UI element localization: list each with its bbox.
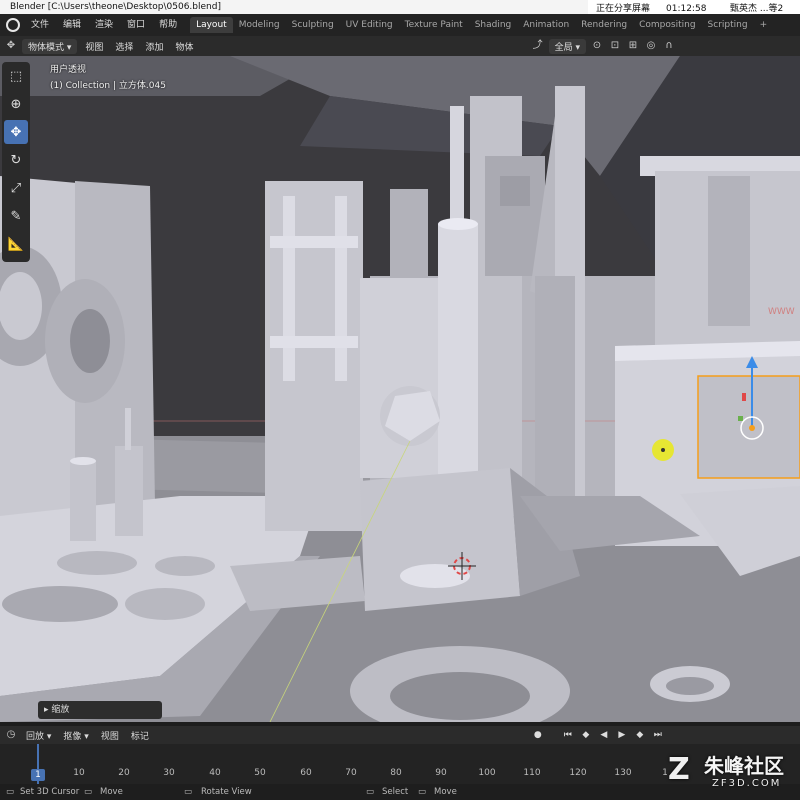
mode-label: 物体模式	[28, 42, 65, 53]
menu-playback[interactable]: 回放 ▾	[22, 729, 55, 742]
menu-select[interactable]: 选择	[111, 40, 137, 53]
cursor-icon[interactable]: ⊕	[4, 92, 28, 116]
frame-tick: 120	[569, 768, 587, 778]
status-move: Move	[100, 787, 123, 797]
current-frame: 1	[31, 769, 45, 781]
frame-tick: 130	[614, 768, 632, 778]
frame-tick: 100	[478, 768, 496, 778]
measure-icon[interactable]: 📐	[4, 232, 28, 256]
site-watermark: Z 朱峰社区 ZF3D.COM	[668, 748, 800, 798]
blender-logo-icon[interactable]	[6, 18, 20, 32]
tab-modeling[interactable]: Modeling	[233, 17, 286, 33]
collection-info: (1) Collection | 立方体.045	[50, 81, 166, 91]
menu-keying[interactable]: 抠像 ▾	[59, 729, 92, 742]
status-rotate-view: Rotate View	[201, 787, 252, 797]
mouse-right-icon: ▭	[184, 787, 193, 797]
menu-help[interactable]: 帮助	[152, 14, 184, 36]
frame-tick: 30	[163, 768, 175, 778]
add-workspace-icon[interactable]: +	[754, 17, 774, 33]
menu-render[interactable]: 渲染	[88, 14, 120, 36]
last-operation-panel[interactable]: ▸ 缩放	[38, 701, 162, 719]
tab-sculpting[interactable]: Sculpting	[286, 17, 340, 33]
corner-watermark-text: WWW	[768, 307, 795, 317]
menu-file[interactable]: 文件	[24, 14, 56, 36]
jump-end-icon[interactable]: ⏭	[651, 728, 665, 742]
menu-window[interactable]: 窗口	[120, 14, 152, 36]
chevron-right-icon: ▸	[44, 705, 49, 715]
frame-tick: 70	[345, 768, 357, 778]
viewport-overlay: 用户透视 (1) Collection | 立方体.045	[50, 62, 166, 94]
view-name: 用户透视	[50, 65, 87, 75]
frame-tick: 20	[118, 768, 130, 778]
proportional-icon[interactable]: ◎	[644, 39, 658, 53]
tool-shelf: ⬚ ⊕ ✥ ↻ ⤢ ✎ 📐	[2, 62, 30, 262]
frame-tick: 40	[209, 768, 221, 778]
annotate-icon[interactable]: ✎	[4, 204, 28, 228]
frame-tick: 1	[662, 768, 668, 778]
editor-type-icon[interactable]: ✥	[4, 39, 18, 53]
select-box-icon[interactable]: ⬚	[4, 64, 28, 88]
frame-tick: 60	[300, 768, 312, 778]
status-select: Select	[382, 787, 409, 797]
tab-animation[interactable]: Animation	[517, 17, 575, 33]
falloff-icon[interactable]: ∩	[662, 39, 676, 53]
menu-edit[interactable]: 编辑	[56, 14, 88, 36]
tab-shading[interactable]: Shading	[469, 17, 518, 33]
frame-tick: 10	[73, 768, 85, 778]
status-move-2: Move	[434, 787, 457, 797]
frame-tick: 80	[390, 768, 402, 778]
record-icon[interactable]: ●	[531, 728, 545, 742]
watermark-sub: ZF3D.COM	[712, 778, 782, 789]
scale-icon[interactable]: ⤢	[4, 176, 28, 200]
tab-compositing[interactable]: Compositing	[633, 17, 701, 33]
snap-target-icon[interactable]: ⊞	[626, 39, 640, 53]
watermark-logo-icon: Z	[668, 752, 690, 787]
mouse-middle-icon: ▭	[84, 787, 93, 797]
3d-viewport[interactable]: WWW 用户透视 (1) Collection | 立方体.045	[0, 56, 800, 722]
mode-dropdown[interactable]: 物体模式 ▾	[22, 38, 78, 54]
last-operation-label: 缩放	[51, 705, 70, 715]
frame-tick: 110	[523, 768, 541, 778]
frame-tick: 90	[435, 768, 447, 778]
move-icon[interactable]: ✥	[4, 120, 28, 144]
mouse-select-icon: ▭	[366, 787, 375, 797]
watermark-main: 朱峰社区	[704, 754, 784, 778]
tab-texture-paint[interactable]: Texture Paint	[399, 17, 469, 33]
viewport-header: ✥ 物体模式 ▾ 视图 选择 添加 物体 ⤴ 全局 ▾ ⊙ ⊡ ⊞ ◎ ∩	[0, 36, 800, 56]
snap-icon[interactable]: ⊡	[608, 39, 622, 53]
status-set-cursor: Set 3D Cursor	[20, 787, 80, 797]
next-key-icon[interactable]: ◆	[633, 728, 647, 742]
menu-object[interactable]: 物体	[171, 40, 197, 53]
mouse-left-icon: ▭	[6, 787, 15, 797]
play-reverse-icon[interactable]: ◀	[597, 728, 611, 742]
menu-add[interactable]: 添加	[141, 40, 167, 53]
jump-start-icon[interactable]: ⏮	[561, 728, 575, 742]
play-icon[interactable]: ▶	[615, 728, 629, 742]
tab-layout[interactable]: Layout	[190, 17, 233, 33]
menu-timeline-view[interactable]: 视图	[97, 729, 123, 742]
menu-markers[interactable]: 标记	[127, 729, 153, 742]
blender-window: Blender [C:\Users\theone\Desktop\0506.bl…	[0, 0, 800, 800]
orientation-dropdown[interactable]: 全局 ▾	[548, 38, 586, 54]
tab-scripting[interactable]: Scripting	[702, 17, 754, 33]
menu-view[interactable]: 视图	[81, 40, 107, 53]
rotate-icon[interactable]: ↻	[4, 148, 28, 172]
orientation-label: 全局	[554, 42, 573, 53]
window-title: Blender [C:\Users\theone\Desktop\0506.bl…	[10, 2, 221, 12]
scene-render: WWW	[0, 56, 800, 722]
prev-key-icon[interactable]: ◆	[579, 728, 593, 742]
frame-tick: 50	[254, 768, 266, 778]
pivot-icon[interactable]: ⊙	[590, 39, 604, 53]
top-menubar: 文件 编辑 渲染 窗口 帮助 Layout Modeling Sculpting…	[0, 14, 800, 36]
transform-orientation-icon[interactable]: ⤴	[531, 39, 545, 53]
tab-rendering[interactable]: Rendering	[575, 17, 633, 33]
mouse-move-icon: ▭	[418, 787, 427, 797]
tab-uv-editing[interactable]: UV Editing	[340, 17, 399, 33]
clock-icon[interactable]: ◷	[4, 728, 18, 742]
timeline-header: ◷ 回放 ▾ 抠像 ▾ 视图 标记 ● ⏮ ◆ ◀ ▶ ◆ ⏭	[0, 726, 800, 744]
